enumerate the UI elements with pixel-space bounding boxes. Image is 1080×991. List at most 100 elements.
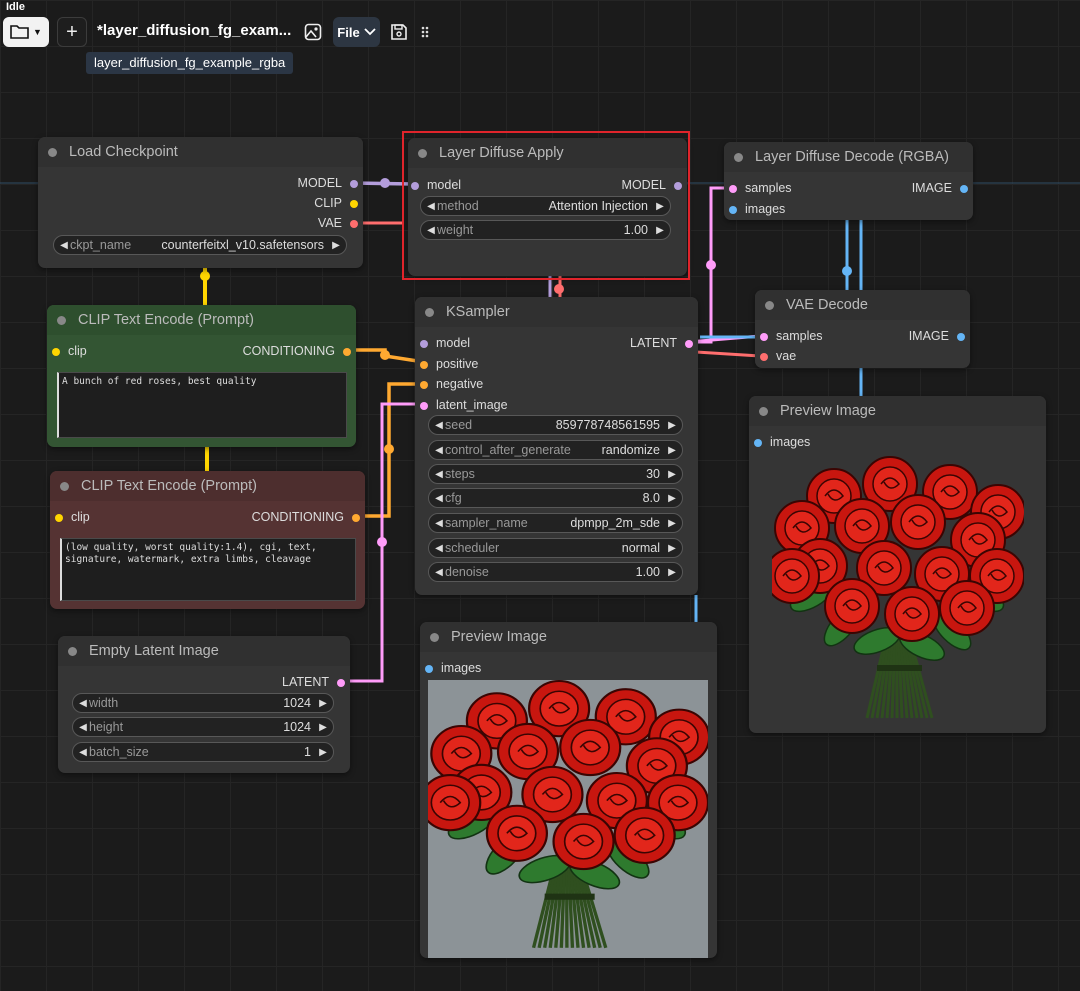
input-samples[interactable]: samples (729, 181, 792, 195)
collapse-dot-icon[interactable] (734, 152, 743, 162)
arrow-right-icon[interactable]: ▶ (330, 240, 342, 251)
slot-dot-icon[interactable] (420, 381, 428, 389)
node-header[interactable]: Preview Image (749, 396, 1046, 426)
output-image[interactable]: IMAGE (912, 181, 968, 195)
slot-dot-icon[interactable] (350, 180, 358, 188)
widget-weight[interactable]: ◀ weight 1.00 ▶ (420, 220, 671, 240)
node-header[interactable]: Preview Image (420, 622, 717, 652)
slot-dot-icon[interactable] (343, 348, 351, 356)
node-ksampler[interactable]: KSampler model positive negative latent_… (415, 297, 698, 595)
arrow-right-icon[interactable]: ▶ (317, 747, 329, 758)
slot-dot-icon[interactable] (729, 185, 737, 193)
arrow-right-icon[interactable]: ▶ (666, 445, 678, 456)
slot-dot-icon[interactable] (760, 353, 768, 361)
slot-dot-icon[interactable] (411, 182, 419, 190)
arrow-left-icon[interactable]: ◀ (77, 747, 89, 758)
widget-method[interactable]: ◀ method Attention Injection ▶ (420, 196, 671, 216)
slot-dot-icon[interactable] (685, 340, 693, 348)
collapse-dot-icon[interactable] (430, 632, 439, 642)
output-latent[interactable]: LATENT (630, 336, 693, 350)
node-header[interactable]: Empty Latent Image (58, 636, 350, 666)
slot-dot-icon[interactable] (52, 348, 60, 356)
collapse-dot-icon[interactable] (765, 300, 774, 310)
arrow-left-icon[interactable]: ◀ (433, 543, 445, 554)
arrow-right-icon[interactable]: ▶ (317, 698, 329, 709)
node-vae-decode[interactable]: VAE Decode samples vae IMAGE (755, 290, 970, 368)
slot-dot-icon[interactable] (957, 333, 965, 341)
save-button[interactable] (386, 17, 412, 47)
collapse-dot-icon[interactable] (57, 315, 66, 325)
slot-dot-icon[interactable] (729, 206, 737, 214)
node-clip-text-encode-negative[interactable]: CLIP Text Encode (Prompt) clip CONDITION… (50, 471, 365, 609)
input-images[interactable]: images (754, 435, 810, 449)
input-model[interactable]: model (411, 178, 461, 192)
widget-seed[interactable]: ◀ seed 859778748561595 ▶ (428, 415, 683, 435)
widget-scheduler[interactable]: ◀ scheduler normal ▶ (428, 538, 683, 558)
arrow-right-icon[interactable]: ▶ (666, 469, 678, 480)
node-clip-text-encode-positive[interactable]: CLIP Text Encode (Prompt) clip CONDITION… (47, 305, 356, 447)
slot-dot-icon[interactable] (960, 185, 968, 193)
slot-dot-icon[interactable] (352, 514, 360, 522)
widget-denoise[interactable]: ◀ denoise 1.00 ▶ (428, 562, 683, 582)
slot-dot-icon[interactable] (350, 220, 358, 228)
collapse-dot-icon[interactable] (425, 307, 434, 317)
widget-cfg[interactable]: ◀ cfg 8.0 ▶ (428, 488, 683, 508)
widget-sampler-name[interactable]: ◀ sampler_name dpmpp_2m_sde ▶ (428, 513, 683, 533)
slot-dot-icon[interactable] (420, 402, 428, 410)
arrow-left-icon[interactable]: ◀ (58, 240, 70, 251)
arrow-right-icon[interactable]: ▶ (666, 493, 678, 504)
arrow-left-icon[interactable]: ◀ (433, 469, 445, 480)
node-header[interactable]: CLIP Text Encode (Prompt) (50, 471, 365, 501)
node-empty-latent-image[interactable]: Empty Latent Image LATENT ◀ width 1024 ▶ ◀ h… (58, 636, 350, 773)
output-clip[interactable]: CLIP (314, 196, 358, 210)
new-workflow-button[interactable]: + (57, 17, 87, 47)
slot-dot-icon[interactable] (55, 514, 63, 522)
collapse-dot-icon[interactable] (759, 406, 768, 416)
output-model[interactable]: MODEL (622, 178, 682, 192)
input-negative[interactable]: negative (420, 377, 483, 391)
output-conditioning[interactable]: CONDITIONING (243, 344, 351, 358)
collapse-dot-icon[interactable] (60, 481, 69, 491)
input-latent-image[interactable]: latent_image (420, 398, 508, 412)
arrow-right-icon[interactable]: ▶ (654, 201, 666, 212)
node-header[interactable]: KSampler (415, 297, 698, 327)
output-image[interactable]: IMAGE (909, 329, 965, 343)
slot-dot-icon[interactable] (420, 340, 428, 348)
arrow-right-icon[interactable]: ▶ (666, 543, 678, 554)
node-header[interactable]: Layer Diffuse Decode (RGBA) (724, 142, 973, 172)
arrow-left-icon[interactable]: ◀ (77, 698, 89, 709)
workflow-title[interactable]: *layer_diffusion_fg_exam... (97, 22, 291, 39)
input-positive[interactable]: positive (420, 357, 478, 371)
input-clip[interactable]: clip (52, 344, 87, 358)
slot-dot-icon[interactable] (760, 333, 768, 341)
input-samples[interactable]: samples (760, 329, 823, 343)
file-menu-button[interactable]: File (333, 17, 380, 47)
widget-batch-size[interactable]: ◀ batch_size 1 ▶ (72, 742, 334, 762)
node-preview-image-bottom[interactable]: Preview Image images (420, 622, 717, 958)
widget-ckpt-name[interactable]: ◀ ckpt_name counterfeitxl_v10.safetensor… (53, 235, 347, 255)
input-vae[interactable]: vae (760, 349, 796, 363)
arrow-right-icon[interactable]: ▶ (666, 518, 678, 529)
arrow-left-icon[interactable]: ◀ (433, 420, 445, 431)
widget-height[interactable]: ◀ height 1024 ▶ (72, 717, 334, 737)
slot-dot-icon[interactable] (420, 361, 428, 369)
drag-handle[interactable] (416, 17, 434, 47)
collapse-dot-icon[interactable] (418, 148, 427, 158)
arrow-left-icon[interactable]: ◀ (425, 201, 437, 212)
output-latent[interactable]: LATENT (282, 675, 345, 689)
arrow-right-icon[interactable]: ▶ (317, 722, 329, 733)
output-model[interactable]: MODEL (298, 176, 358, 190)
node-layer-diffuse-apply[interactable]: Layer Diffuse Apply model MODEL ◀ method… (408, 138, 687, 276)
input-images[interactable]: images (729, 202, 785, 216)
arrow-left-icon[interactable]: ◀ (433, 518, 445, 529)
node-header[interactable]: Load Checkpoint (38, 137, 363, 167)
node-header[interactable]: VAE Decode (755, 290, 970, 320)
arrow-left-icon[interactable]: ◀ (433, 445, 445, 456)
output-vae[interactable]: VAE (318, 216, 358, 230)
arrow-left-icon[interactable]: ◀ (77, 722, 89, 733)
collapse-dot-icon[interactable] (48, 147, 57, 157)
arrow-left-icon[interactable]: ◀ (433, 567, 445, 578)
slot-dot-icon[interactable] (674, 182, 682, 190)
prompt-textarea[interactable]: (low quality, worst quality:1.4), cgi, t… (60, 538, 356, 601)
node-header[interactable]: Layer Diffuse Apply (408, 138, 687, 168)
